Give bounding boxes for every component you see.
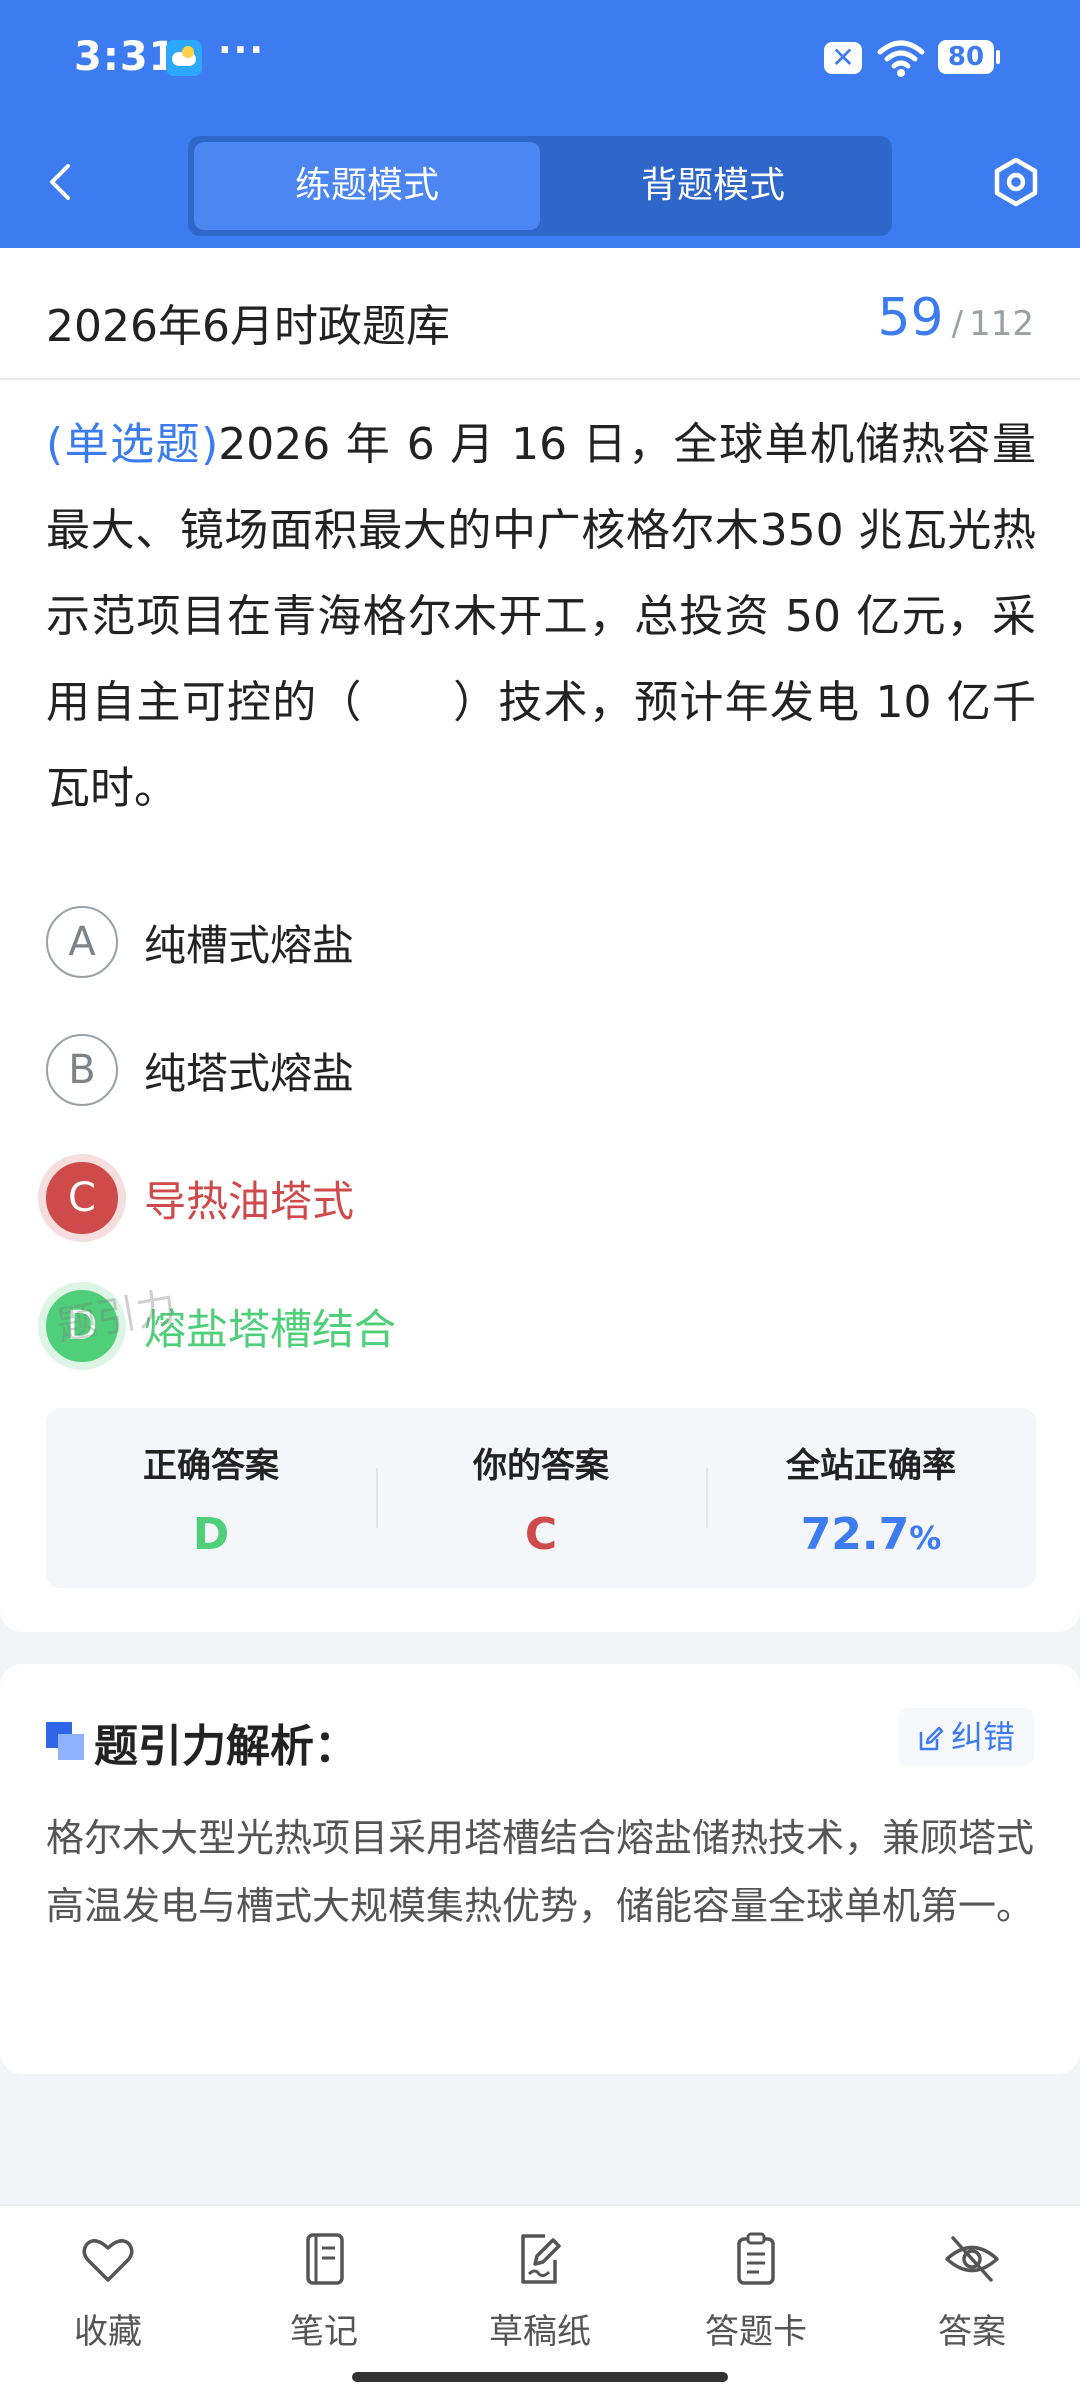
notification-close-icon: ✕ — [824, 42, 862, 74]
analysis-square-icon — [46, 1722, 84, 1760]
bottom-tab-bar: 收藏 笔记 草稿纸 答题卡 答案 — [0, 2204, 1080, 2400]
tab-notes[interactable]: 笔记 — [216, 2206, 432, 2400]
mode-switch: 练题模式 背题模式 — [188, 136, 892, 236]
site-accuracy-unit: % — [909, 1519, 942, 1557]
your-answer-value: C — [524, 1509, 558, 1560]
option-d[interactable]: D 熔盐塔槽结合 题引力 — [46, 1262, 1036, 1390]
question-card: 2026年6月时政题库 59/112 (单选题)2026 年 6 月 16 日，… — [0, 248, 1080, 1632]
question-bank-title: 2026年6月时政题库 — [46, 301, 450, 352]
back-button[interactable] — [40, 160, 84, 204]
question-type: (单选题) — [46, 419, 219, 470]
page: 3:31 ··· ✕ 80 练题模式 背题模式 2026年6月时政题库 59 /… — [0, 0, 1080, 2400]
option-letter: B — [46, 1034, 118, 1106]
answer-result: 正确答案 D 你的答案 C 全站正确率 72.7% — [46, 1408, 1036, 1588]
question-progress[interactable]: 59/112 — [877, 288, 1034, 348]
correct-answer-value: D — [192, 1509, 230, 1560]
option-text: 纯槽式熔盐 — [144, 920, 355, 970]
draft-icon — [521, 2234, 561, 2284]
option-letter: A — [46, 906, 118, 978]
status-bar: 3:31 ··· ✕ 80 — [0, 0, 1080, 116]
tab-memorize-mode[interactable]: 背题模式 — [540, 142, 886, 230]
progress-current: 59 — [877, 288, 944, 348]
heart-icon — [82, 2239, 134, 2282]
tab-practice-mode[interactable]: 练题模式 — [194, 142, 540, 230]
home-indicator[interactable] — [352, 2372, 728, 2382]
wifi-icon — [877, 40, 925, 77]
notebook-icon — [306, 2233, 344, 2285]
more-icon: ··· — [218, 30, 266, 71]
tab-label: 草稿纸 — [489, 2312, 591, 2352]
tab-answer-card[interactable]: 答题卡 — [648, 2206, 864, 2400]
eye-off-icon — [945, 2236, 999, 2282]
progress-separator: / — [951, 304, 964, 344]
weather-icon — [166, 40, 202, 76]
edit-icon — [919, 1726, 944, 1751]
your-answer-label: 你的答案 — [473, 1446, 609, 1486]
tab-answer[interactable]: 答案 — [864, 2206, 1080, 2400]
tab-label: 收藏 — [74, 2312, 142, 2352]
nav-bar: 练题模式 背题模式 — [0, 116, 1080, 248]
tab-draft[interactable]: 草稿纸 — [432, 2206, 648, 2400]
status-time: 3:31 — [74, 34, 178, 80]
option-a[interactable]: A 纯槽式熔盐 — [46, 878, 1036, 1006]
site-accuracy-label: 全站正确率 — [786, 1446, 956, 1486]
option-b[interactable]: B 纯塔式熔盐 — [46, 1006, 1036, 1134]
question-body: 2026 年 6 月 16 日，全球单机储热容量最大、镜场面积最大的中广核格尔木… — [46, 419, 1036, 814]
answer-card-icon — [737, 2232, 775, 2285]
question-bank-header: 2026年6月时政题库 59/112 — [0, 248, 1080, 380]
option-letter: D — [46, 1290, 118, 1362]
tab-favorite[interactable]: 收藏 — [0, 2206, 216, 2400]
site-accuracy-number: 72.7 — [800, 1509, 910, 1560]
option-c[interactable]: C 导热油塔式 — [46, 1134, 1036, 1262]
option-text: 熔盐塔槽结合 — [144, 1304, 397, 1354]
tab-label: 答题卡 — [705, 2312, 807, 2352]
tab-label: 笔记 — [290, 2312, 358, 2352]
app-header: 3:31 ··· ✕ 80 练题模式 背题模式 — [0, 0, 1080, 248]
settings-button[interactable] — [990, 156, 1042, 208]
analysis-card: 题引力解析： 纠错 格尔木大型光热项目采用塔槽结合熔盐储热技术，兼顾塔式高温发电… — [0, 1664, 1080, 2074]
option-text: 纯塔式熔盐 — [144, 1048, 355, 1098]
battery-indicator: 80 — [938, 40, 1000, 74]
correct-answer: 正确答案 D — [46, 1408, 376, 1588]
tab-label: 答案 — [938, 2312, 1006, 2352]
correction-label: 纠错 — [950, 1718, 1015, 1756]
option-letter: C — [46, 1162, 118, 1234]
site-accuracy-value: 72.7% — [706, 1509, 1036, 1560]
analysis-title: 题引力解析： — [94, 1721, 358, 1772]
question-stem: (单选题)2026 年 6 月 16 日，全球单机储热容量最大、镜场面积最大的中… — [46, 402, 1036, 832]
correction-button[interactable]: 纠错 — [898, 1708, 1034, 1766]
your-answer: 你的答案 C — [376, 1408, 706, 1588]
site-accuracy: 全站正确率 72.7% — [706, 1408, 1036, 1588]
analysis-text: 格尔木大型光热项目采用塔槽结合熔盐储热技术，兼顾塔式高温发电与槽式大规模集热优势… — [46, 1816, 1035, 1928]
option-list: A 纯槽式熔盐 B 纯塔式熔盐 C 导热油塔式 D 熔盐塔槽结合 题引力 — [46, 878, 1036, 1390]
progress-total: 112 — [969, 304, 1034, 344]
correct-answer-label: 正确答案 — [143, 1446, 279, 1486]
option-text: 导热油塔式 — [144, 1176, 355, 1226]
